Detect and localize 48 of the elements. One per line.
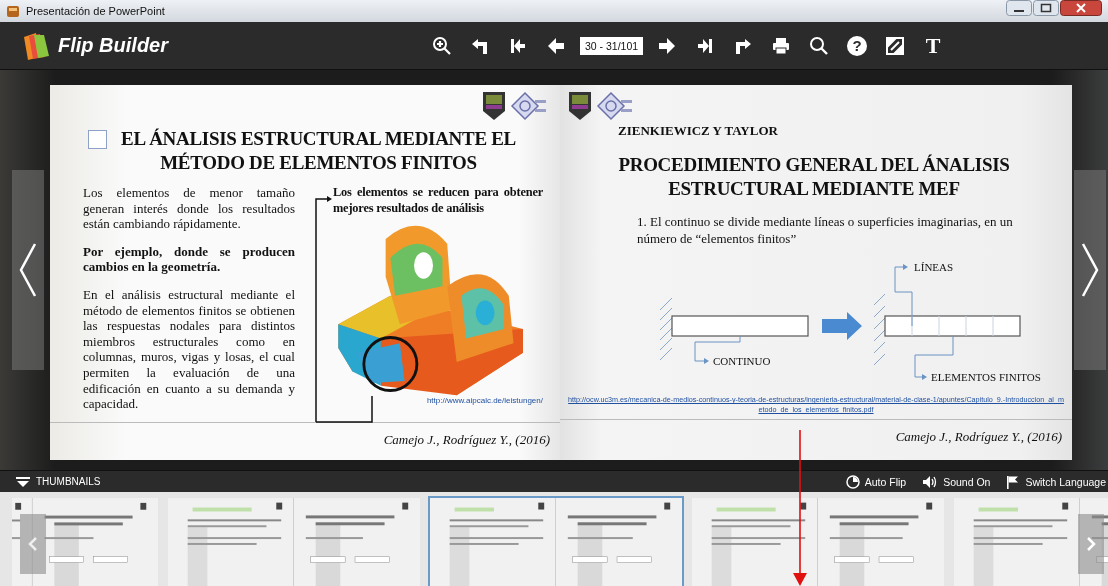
hatching-drawing <box>659 297 673 361</box>
shield-logo-icon <box>482 91 506 121</box>
maximize-button[interactable] <box>1033 0 1059 16</box>
slide-footer: Camejo J., Rodríguez Y., (2016) <box>895 429 1062 444</box>
text-button[interactable]: T <box>919 31 948 60</box>
right-arrow-icon <box>822 312 862 340</box>
timer-icon <box>845 474 860 489</box>
chevron-left-icon <box>28 536 38 552</box>
slide-paragraph: Por ejemplo, donde se producen cambios en la geometría. <box>83 243 295 275</box>
zoom-in-icon <box>432 35 452 56</box>
app-icon <box>6 4 20 18</box>
language-button[interactable]: Switch Language <box>1004 474 1108 489</box>
diagram-label: CONTINUO <box>713 355 771 367</box>
diagram-label: LÍNEAS <box>914 261 954 273</box>
slide-paragraph: En el análisis estructural mediante el método de elementos finitos se obtienen las respuestas nodales para distintos miembros estructurales como en columnas, muros, vigas y losas, el cual permiten la evaluación de una edificación en cuanto a su demanda y capacidad. <box>83 286 295 412</box>
slide-title: ESTRUCTURAL MEDIANTE MEF <box>667 177 961 201</box>
slide-subtitle: ZIENKIEWICZ Y TAYLOR <box>617 123 779 139</box>
window-title: Presentación de PowerPoint <box>26 5 166 17</box>
slide-title: MÉTODO DE ELEMENTOS FINITOS <box>159 151 478 175</box>
image-caption: Los elementos se reducen para obtener mejores resultados de análisis <box>333 185 543 217</box>
shield-logo-icon <box>568 91 592 121</box>
flag-icon <box>1006 474 1021 489</box>
diamond-logo-icon <box>596 91 634 121</box>
auto-flip-button[interactable]: Auto Flip <box>843 474 909 489</box>
close-button[interactable] <box>1060 0 1102 16</box>
diagram-label: ELEMENTOS FINITOS <box>931 371 1041 383</box>
minimize-button[interactable] <box>1006 0 1032 16</box>
help-button[interactable]: ? <box>847 35 868 56</box>
diamond-logo-icon <box>510 91 548 121</box>
scroll-right-button[interactable] <box>1078 514 1104 574</box>
leader-line <box>894 264 913 327</box>
sound-button[interactable]: Sound On <box>920 474 993 489</box>
slide-paragraph: 1. El continuo se divide mediante líneas o superficies imaginarias, en un número de “elementos finitos” <box>637 213 1014 247</box>
slide-title: EL ÁNALISIS ESTRUCTURAL MEDIANTE EL <box>120 127 517 151</box>
brand-name: Flip Builder <box>58 34 168 57</box>
source-link[interactable]: http://www.aipcalc.de/leistungen/ <box>426 396 543 406</box>
bullet-square-icon <box>88 130 107 149</box>
slide-footer: Camejo J., Rodríguez Y., (2016) <box>383 432 550 447</box>
chevron-right-icon <box>1086 536 1096 552</box>
slide-title: PROCEDIMIENTO GENERAL DEL ÁNALISIS <box>617 153 1011 177</box>
page-thumbnail[interactable] <box>428 496 684 586</box>
speaker-icon <box>922 474 939 489</box>
right-arrow-icon <box>657 35 678 56</box>
search-icon <box>809 35 830 56</box>
thumbnails-toggle[interactable]: THUMBNAILS <box>10 476 107 487</box>
slide-paragraph: Los elementos de menor tamaño generan interés donde los resultados están cambiando rápidamente. <box>83 185 295 232</box>
page-number-field[interactable]: 30 - 31/101 <box>580 36 644 55</box>
printer-icon <box>771 35 792 56</box>
